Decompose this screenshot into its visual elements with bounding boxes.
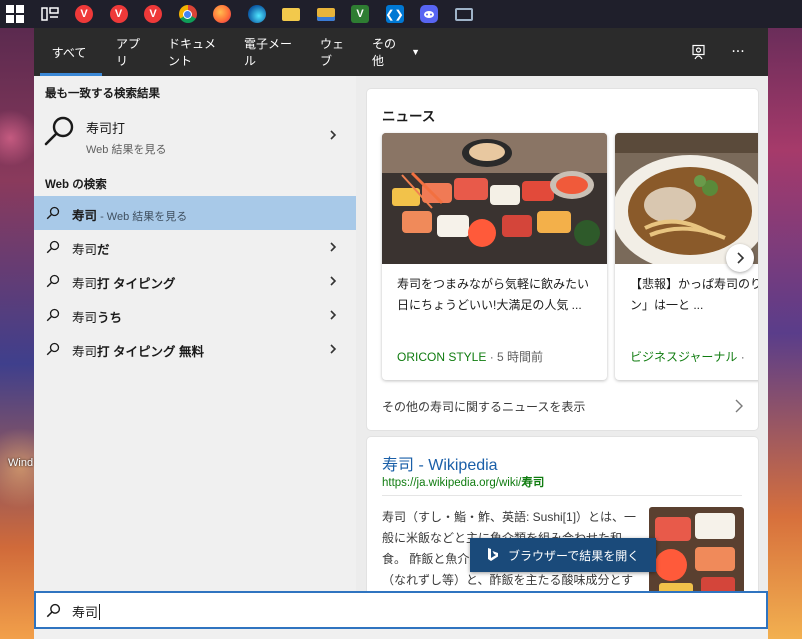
more-news-link[interactable]: その他の寿司に関するニュースを表示	[382, 398, 585, 415]
search-icon	[44, 116, 74, 146]
edge-icon[interactable]	[247, 5, 266, 23]
feedback-icon[interactable]	[687, 40, 711, 64]
web-result-row[interactable]: 寿司うち	[34, 298, 356, 332]
chevron-right-icon[interactable]	[328, 276, 338, 286]
tab-documents[interactable]: ドキュメント	[156, 28, 232, 76]
query-match: 寿司	[72, 311, 98, 325]
query-match: 寿司	[72, 345, 98, 359]
search-icon	[46, 308, 60, 322]
news-source-name: ビジネスジャーナル	[630, 350, 738, 364]
query-match: 寿司	[72, 209, 98, 223]
best-match-title: 寿司打	[86, 121, 126, 136]
best-match-heading: 最も一致する検索結果	[45, 88, 160, 100]
web-result-row[interactable]: 寿司打 タイピング 無料	[34, 332, 356, 366]
search-panel: すべて アプリ ドキュメント 電子メール ウェブ その他 ▼ ··· 最も一致す…	[34, 28, 768, 639]
task-view-icon[interactable]	[40, 5, 59, 23]
vscode-icon[interactable]: ❮❯	[385, 5, 404, 23]
search-icon	[46, 603, 61, 618]
best-match-subtitle: Web 結果を見る	[86, 144, 167, 156]
suggestion-rest: だ	[97, 243, 110, 257]
tab-all[interactable]: すべて	[34, 28, 104, 76]
vim-icon[interactable]: V	[351, 5, 369, 23]
bing-icon	[488, 548, 498, 561]
chevron-right-icon[interactable]	[328, 242, 338, 252]
news-headline: 【悲報】かっぱ寿司のり醤油ラーメン」は一と ...	[630, 277, 758, 312]
divider	[382, 495, 742, 496]
suggestion-rest: 打 タイピング	[97, 277, 176, 291]
vivaldi-icon[interactable]: V	[144, 5, 162, 23]
tab-apps[interactable]: アプリ	[104, 28, 156, 76]
sushi-thumbnail	[649, 507, 744, 591]
web-result-row[interactable]: 寿司だ	[34, 230, 356, 264]
wikipedia-url[interactable]: https://ja.wikipedia.org/wiki/寿司	[382, 474, 544, 490]
news-time: ·	[737, 350, 745, 364]
tab-more[interactable]: その他 ▼	[360, 28, 432, 76]
suggestion-rest: 打 タイピング 無料	[97, 345, 204, 359]
best-match-item[interactable]: 寿司打 Web 結果を見る	[34, 108, 356, 160]
search-query-text: 寿司	[72, 605, 99, 620]
windows-start-icon[interactable]	[6, 5, 24, 23]
chevron-right-icon[interactable]	[734, 399, 744, 413]
news-heading: ニュース	[382, 109, 436, 124]
search-icon	[46, 240, 60, 254]
url-bold: 寿司	[521, 477, 545, 489]
url-prefix: https://ja.wikipedia.org/wiki/	[382, 477, 522, 489]
web-search-heading: Web の検索	[45, 179, 107, 191]
next-arrow-button[interactable]	[726, 244, 754, 272]
suggestion-rest: うち	[97, 311, 123, 325]
news-headline: 寿司をつまみながら気軽に飲みたい日にちょうどいい!大満足の人気 ...	[397, 277, 590, 312]
monitor-icon[interactable]	[454, 7, 473, 21]
text-cursor	[99, 604, 101, 620]
desktop-wallpaper-left	[0, 28, 34, 639]
vivaldi-icon[interactable]: V	[109, 5, 128, 23]
web-result-text: 寿司打 タイピング 無料	[72, 341, 204, 360]
news-source: ビジネスジャーナル ·	[630, 348, 745, 365]
chevron-right-icon	[737, 252, 745, 264]
search-nav: すべて アプリ ドキュメント 電子メール ウェブ その他 ▼ ···	[34, 28, 768, 76]
query-match: 寿司	[72, 277, 98, 291]
desktop-icon-label[interactable]: Wind	[8, 457, 33, 469]
chevron-down-icon: ▼	[411, 47, 420, 57]
folder-icon[interactable]	[282, 7, 300, 21]
chevron-right-icon[interactable]	[328, 344, 338, 354]
open-in-browser-label: ブラウザーで結果を開く	[508, 548, 640, 563]
sushi-platter-image	[382, 133, 607, 264]
vivaldi-icon[interactable]: V	[75, 5, 93, 23]
query-match: 寿司	[72, 243, 98, 257]
chrome-icon[interactable]	[178, 5, 197, 23]
tab-email[interactable]: 電子メール	[232, 28, 308, 76]
search-icon	[46, 274, 60, 288]
web-result-text: 寿司だ	[72, 239, 110, 258]
discord-icon[interactable]	[420, 5, 438, 23]
web-result-text: 寿司打 タイピング	[72, 273, 176, 292]
open-in-browser-button[interactable]: ブラウザーで結果を開く	[470, 538, 656, 572]
search-query[interactable]: 寿司	[72, 602, 101, 621]
preview-pane: ニュース 寿司をつまみながら気軽に飲みたい日にちょうどいい!大満足の人気 ...…	[356, 76, 768, 591]
search-icon	[46, 342, 60, 356]
search-icon	[46, 206, 60, 220]
news-source: ORICON STYLE · 5 時間前	[397, 348, 543, 365]
news-card: ニュース 寿司をつまみながら気軽に飲みたい日にちょうどいい!大満足の人気 ...…	[367, 89, 758, 430]
news-source-name: ORICON STYLE	[397, 350, 487, 364]
web-result-row[interactable]: 寿司打 タイピング	[34, 264, 356, 298]
chevron-right-icon[interactable]	[328, 130, 338, 140]
web-result-text: 寿司 - Web 結果を見る	[72, 205, 187, 224]
news-time: · 5 時間前	[486, 350, 544, 364]
wallpaper-art	[0, 28, 34, 639]
web-result-hint: - Web 結果を見る	[97, 211, 188, 223]
more-options-icon[interactable]: ···	[726, 40, 750, 64]
web-result-row[interactable]: 寿司 - Web 結果を見る	[34, 196, 356, 230]
tab-web[interactable]: ウェブ	[308, 28, 360, 76]
firefox-icon[interactable]	[213, 5, 231, 23]
search-input[interactable]: 寿司	[34, 591, 768, 629]
web-result-text: 寿司うち	[72, 307, 122, 326]
file-explorer-icon[interactable]	[316, 7, 335, 21]
desktop-wallpaper-right	[768, 28, 802, 639]
chevron-right-icon[interactable]	[328, 310, 338, 320]
wikipedia-title-link[interactable]: 寿司 - Wikipedia	[382, 451, 498, 475]
tab-more-label: その他	[372, 37, 397, 68]
results-list: 最も一致する検索結果 寿司打 Web 結果を見る Web の検索 寿司 - We…	[34, 76, 356, 591]
taskbar: V V V V ❮❯	[0, 0, 802, 28]
news-item[interactable]: 寿司をつまみながら気軽に飲みたい日にちょうどいい!大満足の人気 ... ORIC…	[382, 133, 607, 380]
